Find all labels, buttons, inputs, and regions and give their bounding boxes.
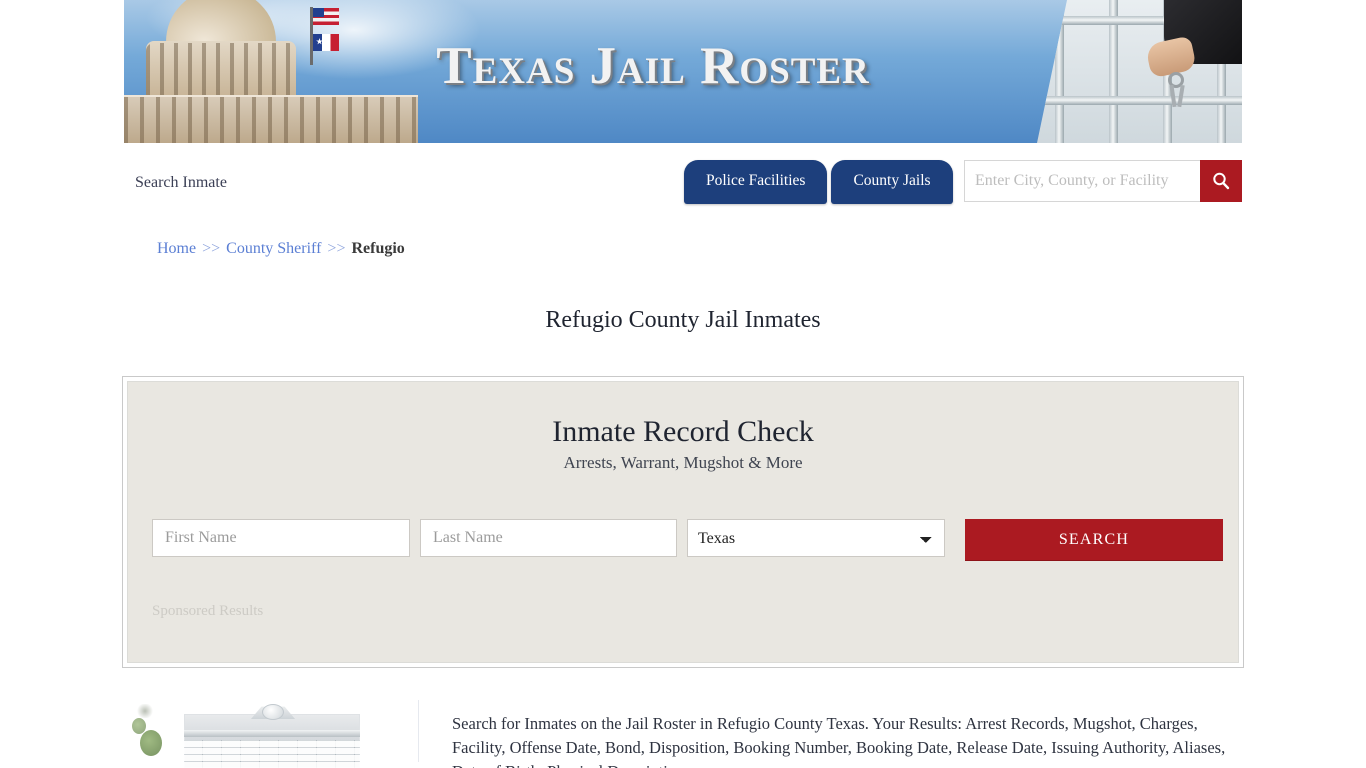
inmate-search-button[interactable]: SEARCH bbox=[965, 519, 1223, 560]
tab-county-jails[interactable]: County Jails bbox=[831, 160, 953, 204]
facility-search-group bbox=[964, 160, 1242, 202]
breadcrumb-county-sheriff[interactable]: County Sheriff bbox=[226, 240, 321, 257]
last-name-input[interactable] bbox=[420, 519, 677, 557]
content-section: Search for Inmates on the Jail Roster in… bbox=[122, 700, 1244, 768]
page-root: Texas Jail Roster Search Inmate Police F… bbox=[0, 0, 1366, 768]
breadcrumb: Home >> County Sheriff >> Refugio bbox=[157, 240, 405, 258]
panel-subtitle: Arrests, Warrant, Mugshot & More bbox=[563, 453, 803, 472]
nav-tabs: Police Facilities County Jails bbox=[684, 160, 953, 205]
breadcrumb-current: Refugio bbox=[351, 240, 405, 257]
inmate-record-check-panel: Inmate Record Check Arrests, Warrant, Mu… bbox=[122, 376, 1244, 668]
us-flag-icon bbox=[313, 8, 339, 25]
state-select[interactable]: Texas bbox=[687, 519, 945, 557]
nav-row: Search Inmate Police Facilities County J… bbox=[124, 143, 1242, 218]
search-icon bbox=[1211, 171, 1231, 191]
inmate-search-form: Texas SEARCH bbox=[152, 516, 1223, 560]
sponsored-results-label: Sponsored Results bbox=[152, 603, 264, 619]
content-description: Search for Inmates on the Jail Roster in… bbox=[452, 714, 1226, 768]
facility-search-button[interactable] bbox=[1200, 160, 1242, 202]
breadcrumb-separator: >> bbox=[327, 240, 346, 257]
first-name-input[interactable] bbox=[152, 519, 410, 557]
breadcrumb-home[interactable]: Home bbox=[157, 240, 196, 257]
panel-title: Inmate Record Check bbox=[552, 415, 814, 448]
page-title: Refugio County Jail Inmates bbox=[545, 307, 821, 334]
banner-title: Texas Jail Roster bbox=[436, 37, 870, 95]
tab-police-facilities[interactable]: Police Facilities bbox=[684, 160, 828, 204]
search-inmate-link[interactable]: Search Inmate bbox=[135, 174, 227, 192]
facility-search-input[interactable] bbox=[964, 160, 1200, 202]
site-banner: Texas Jail Roster bbox=[124, 0, 1242, 143]
content-divider bbox=[418, 700, 419, 762]
courthouse-thumbnail bbox=[122, 700, 418, 768]
breadcrumb-separator: >> bbox=[202, 240, 221, 257]
